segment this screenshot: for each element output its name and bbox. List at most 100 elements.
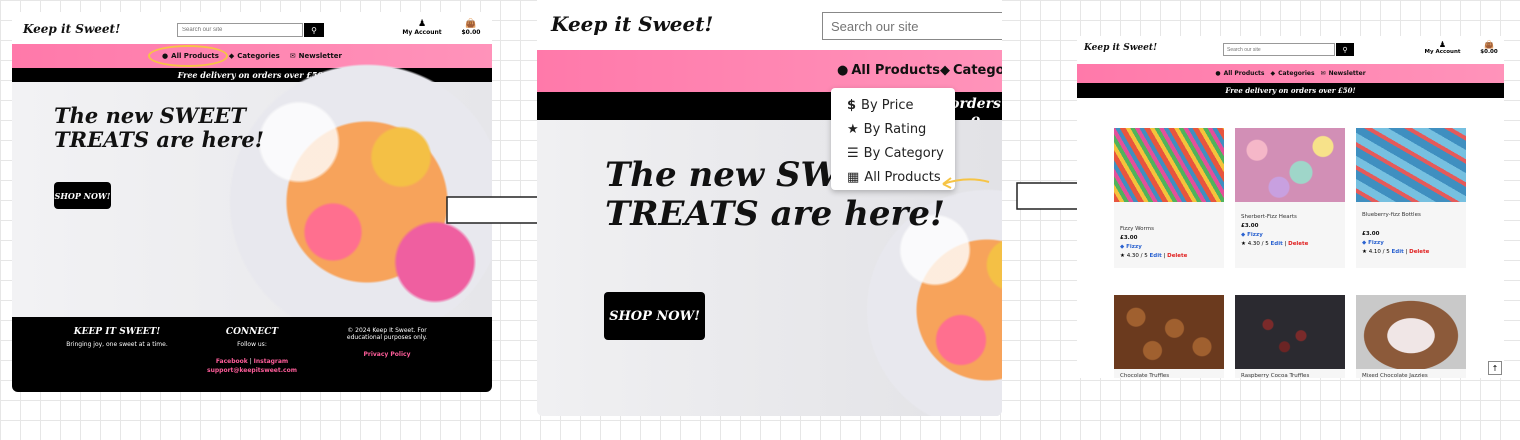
main-nav: ● All Products ◆ Categories ✉ Newsletter xyxy=(1077,64,1504,83)
footer-follow: Follow us: xyxy=(237,341,267,348)
account-label: My Account xyxy=(402,29,442,36)
user-icon: ♟ xyxy=(417,19,427,29)
product-name[interactable]: Mixed Chocolate Jazzies xyxy=(1356,369,1466,378)
dropdown-item-by-category[interactable]: ☰ By Category xyxy=(831,141,955,165)
bag-icon: 👜 xyxy=(1484,40,1494,49)
site-logo[interactable]: Keep it Sweet! xyxy=(23,22,120,36)
nav-all-products[interactable]: ● All Products xyxy=(148,45,229,67)
sweets-icon: ● xyxy=(837,63,849,78)
footer-connect: CONNECT Follow us: Facebook | Instagram … xyxy=(177,327,327,374)
footer-tagline: Bringing joy, one sweet at a time. xyxy=(66,341,168,348)
product-price: £3.00 xyxy=(1362,231,1380,237)
delete-link[interactable]: Delete xyxy=(1167,253,1187,259)
nav-all-products[interactable]: ● All Products xyxy=(1215,70,1264,77)
instagram-link[interactable]: Instagram xyxy=(254,358,289,365)
product-card[interactable]: Raspberry Cocoa Truffles xyxy=(1235,295,1345,378)
product-card[interactable]: Sherbert-Fizz Hearts £3.00 ◆ Fizzy ★ 4.3… xyxy=(1235,128,1345,268)
site-logo[interactable]: Keep it Sweet! xyxy=(1084,43,1157,53)
bag-button[interactable]: 👜 $0.00 xyxy=(457,19,485,36)
back-to-top-button[interactable]: ↑ xyxy=(1488,361,1502,375)
product-rating: ★ 4.30 / 5 Edit | Delete xyxy=(1241,241,1309,247)
hero-section: The new SWEET TREATS are here! SHOP NOW! xyxy=(12,52,492,352)
screenshot-homepage: Keep it Sweet! ⚲ ♟ My Account 👜 $0.00 ●A… xyxy=(12,12,492,392)
star-icon: ★ xyxy=(847,121,859,137)
search-button[interactable]: ⚲ xyxy=(304,23,324,37)
product-category[interactable]: ◆ Fizzy xyxy=(1114,243,1224,252)
footer-heading: CONNECT xyxy=(225,327,279,337)
product-image[interactable] xyxy=(1235,295,1345,369)
sweets-icon: ● xyxy=(1215,70,1221,77)
search-input[interactable] xyxy=(177,23,303,37)
product-category[interactable]: ◆ Fizzy xyxy=(1235,231,1345,240)
nav-categories[interactable]: ◆ Catego xyxy=(940,63,1002,78)
product-rating: ★ 4.10 / 5 Edit | Delete xyxy=(1362,249,1430,255)
arrow-up-icon: ↑ xyxy=(1491,363,1499,373)
site-header: Keep it Sweet! ⚲ ♟ My Account 👜 $0.00 xyxy=(12,12,492,44)
delivery-banner: Free delivery on orders over £50! xyxy=(1077,83,1504,98)
product-price: £3.00 xyxy=(1120,235,1138,241)
copyright-text-2: educational purposes only. xyxy=(346,334,428,341)
social-links: Facebook | Instagram xyxy=(177,358,327,365)
dropdown-item-by-rating[interactable]: ★ By Rating xyxy=(831,117,955,141)
product-image[interactable] xyxy=(1356,128,1466,202)
shop-now-button[interactable]: SHOP NOW! xyxy=(604,292,705,340)
dollar-icon: $ xyxy=(847,97,857,113)
email-link[interactable]: support@keepitsweet.com xyxy=(177,367,327,374)
dropdown-item-by-price[interactable]: $ By Price xyxy=(831,93,955,117)
edit-link[interactable]: Edit xyxy=(1271,241,1283,247)
annotation-arrow-icon xyxy=(942,177,990,189)
copyright-text: © 2024 Keep It Sweet. For xyxy=(347,327,427,334)
product-category[interactable]: ◆ Fizzy xyxy=(1356,239,1466,248)
link-separator: | xyxy=(1163,253,1166,259)
search-input[interactable] xyxy=(822,12,1002,40)
product-image[interactable] xyxy=(1114,128,1224,202)
mail-icon: ✉ xyxy=(289,52,296,60)
search-button[interactable]: ⚲ xyxy=(1336,43,1354,56)
nav-newsletter[interactable]: ✉ Newsletter xyxy=(1321,70,1366,77)
footer-heading: KEEP IT SWEET! xyxy=(73,327,161,337)
product-card[interactable]: Chocolate Truffles xyxy=(1114,295,1224,378)
product-name[interactable]: Chocolate Truffles xyxy=(1114,369,1224,378)
link-separator: | xyxy=(1405,249,1408,255)
site-logo[interactable]: Keep it Sweet! xyxy=(551,12,713,36)
delete-link[interactable]: Delete xyxy=(1409,249,1429,255)
layers-icon: ☰ xyxy=(847,145,859,161)
main-nav: ● All Products ◆ Catego xyxy=(537,50,1002,92)
link-separator: | xyxy=(1284,241,1287,247)
nav-all-products[interactable]: ● All Products xyxy=(837,63,940,78)
product-image[interactable] xyxy=(1235,128,1345,202)
delete-link[interactable]: Delete xyxy=(1288,241,1308,247)
product-card[interactable]: Blueberry-fizz Bottles £3.00 ◆ Fizzy ★ 4… xyxy=(1356,128,1466,268)
search-icon: ⚲ xyxy=(311,25,317,35)
product-card[interactable]: Mixed Chocolate Jazzies xyxy=(1356,295,1466,378)
product-image[interactable] xyxy=(1114,295,1224,369)
search-icon: ⚲ xyxy=(1342,45,1348,54)
product-name[interactable]: Sherbert-Fizz Hearts xyxy=(1235,210,1345,222)
facebook-link[interactable]: Facebook xyxy=(216,358,248,365)
account-label: My Account xyxy=(1424,49,1461,55)
tag-icon: ◆ xyxy=(940,63,950,78)
edit-link[interactable]: Edit xyxy=(1392,249,1404,255)
star-icon: ★ xyxy=(1362,249,1369,255)
screenshot-products-page: Keep it Sweet! ⚲ ♟ My Account 👜 $0.00 ●A… xyxy=(1077,36,1504,378)
footer-about: KEEP IT SWEET! Bringing joy, one sweet a… xyxy=(42,327,192,348)
product-name[interactable]: Blueberry-fizz Bottles xyxy=(1356,208,1466,220)
nav-categories[interactable]: ◆ Categories xyxy=(229,52,280,60)
mail-icon: ✉ xyxy=(1320,70,1326,77)
shop-now-button[interactable]: SHOP NOW! xyxy=(54,182,111,209)
bag-button[interactable]: 👜 $0.00 xyxy=(1477,40,1501,55)
account-button[interactable]: ♟ My Account xyxy=(1420,40,1465,55)
product-name[interactable]: Fizzy Worms xyxy=(1114,222,1224,234)
product-image[interactable] xyxy=(1356,295,1466,369)
privacy-link[interactable]: Privacy Policy xyxy=(312,351,462,358)
hero-title: The new SWEET TREATS are here! xyxy=(54,103,264,153)
nav-categories[interactable]: ◆ Categories xyxy=(1270,70,1314,77)
edit-link[interactable]: Edit xyxy=(1150,253,1162,259)
search-input[interactable] xyxy=(1223,43,1335,56)
link-separator: | xyxy=(249,358,252,365)
tag-icon: ◆ xyxy=(228,52,235,60)
product-name[interactable]: Raspberry Cocoa Truffles xyxy=(1235,369,1345,378)
product-card[interactable]: Fizzy Worms £3.00 ◆ Fizzy ★ 4.30 / 5 Edi… xyxy=(1114,128,1224,268)
account-button[interactable]: ♟ My Account xyxy=(397,19,447,36)
user-icon: ♟ xyxy=(1438,40,1447,49)
